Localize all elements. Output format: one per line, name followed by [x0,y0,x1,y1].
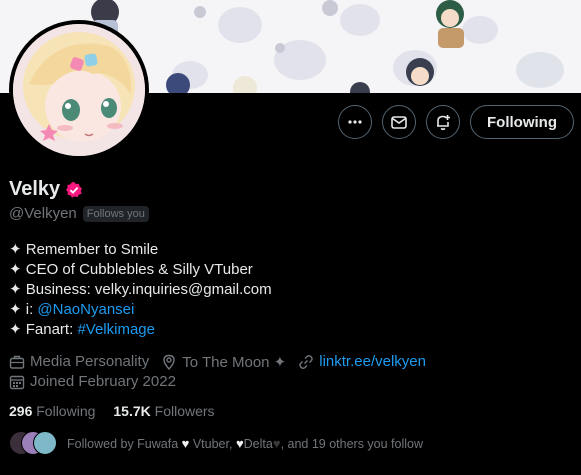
location-item: To The Moon ✦ [161,353,286,371]
category-label: Media Personality [30,353,150,370]
verified-badge-icon[interactable] [65,181,83,199]
followers-count: 15.7K [113,403,151,419]
category-item: Media Personality [9,353,149,370]
bio-line: ✦ CEO of Cubblebles & Silly VTuber [9,261,253,278]
website-link[interactable]: linktr.ee/velkyen [319,353,426,370]
handle-row: @Velkyen Follows you [9,205,149,222]
bell-plus-icon [437,115,451,131]
location-label: To The Moon ✦ [182,353,287,371]
bio-line-prefix: ✦ i: [9,301,38,318]
calendar-icon [9,375,25,389]
location-pin-icon [163,354,175,370]
profile-bio: ✦ Remember to Smile ✦ CEO of Cubblebles … [9,240,272,340]
more-button[interactable] [338,105,373,139]
joined-label: Joined February 2022 [30,373,176,390]
following-button[interactable]: Following [470,105,574,139]
followed-by-text: Followed by Fuwafa ♥ Vtuber, ♥Delta♥, an… [67,435,424,451]
briefcase-icon [9,355,25,369]
profile-actions: Following [338,105,574,139]
followers-stat[interactable]: 15.7K Followers [113,403,214,419]
profile-name: Velky [9,178,61,200]
hashtag-link[interactable]: #Velkimage [77,321,155,338]
avatar [33,431,57,455]
white-heart-icon: ♥ [235,435,244,451]
website-item[interactable]: linktr.ee/velkyen [298,353,426,370]
more-icon [348,120,362,124]
bio-line: ✦ Business: velky.inquiries@gmail.com [9,281,272,298]
notifications-button[interactable] [426,105,461,139]
message-button[interactable] [382,105,417,139]
following-stat[interactable]: 296 Following [9,403,95,419]
followers-you-know[interactable]: Followed by Fuwafa ♥ Vtuber, ♥Delta♥, an… [9,431,423,455]
follow-stats: 296 Following 15.7K Followers [9,403,215,419]
profile-avatar[interactable] [9,20,149,160]
following-count: 296 [9,403,33,419]
bio-line: ✦ i: @NaoNyansei [9,300,272,320]
black-heart-icon: ♥ [272,435,281,451]
profile-meta: Media Personality To The Moon ✦ linktr.e… [9,352,438,392]
follows-you-badge: Follows you [82,205,149,222]
link-icon [299,354,313,369]
profile-handle: @Velkyen [9,205,77,222]
profile-name-row: Velky [9,178,83,201]
joined-item: Joined February 2022 [9,373,176,390]
mail-icon [391,116,407,129]
followers-stat-label: Followers [154,403,215,419]
bio-line: ✦ Remember to Smile [9,241,159,258]
following-stat-label: Following [36,403,96,419]
mutual-avatars [9,431,59,455]
meta-row: Joined February 2022 [9,372,438,391]
bio-line: ✦ Fanart: #Velkimage [9,320,272,340]
meta-row: Media Personality To The Moon ✦ linktr.e… [9,352,438,371]
mention-link[interactable]: @NaoNyansei [37,301,134,318]
bio-line-prefix: ✦ Fanart: [9,321,78,338]
